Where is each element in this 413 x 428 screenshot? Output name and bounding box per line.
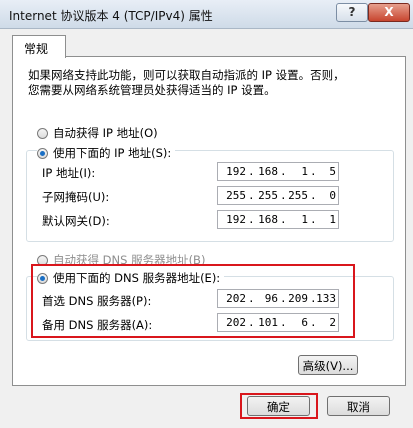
radio-auto-ip[interactable]: 自动获得 IP 地址(O) [37, 125, 158, 141]
help-button[interactable]: ? [336, 3, 368, 22]
ok-highlight-box [240, 393, 318, 419]
window-title: Internet 协议版本 4 (TCP/IPv4) 属性 [9, 9, 213, 23]
tab-general[interactable]: 常规 [12, 35, 66, 58]
dns-highlight-box [31, 264, 355, 338]
description-line-2: 您需要从网络系统管理员处获得适当的 IP 设置。 [28, 83, 276, 97]
radio-circle-selected [37, 147, 48, 159]
subnet-mask-label: 子网掩码(U): [42, 190, 110, 204]
ip-address-label: IP 地址(I): [42, 166, 96, 180]
close-button[interactable]: X [368, 3, 410, 22]
dialog-window: Internet 协议版本 4 (TCP/IPv4) 属性 ? X 常规 如果网… [0, 0, 413, 428]
tab-label: 常规 [24, 42, 49, 56]
cancel-button[interactable]: 取消 [327, 396, 390, 416]
advanced-button[interactable]: 高级(V)... [298, 355, 358, 375]
description-text: 如果网络支持此功能，则可以获取自动指派的 IP 设置。否则， 您需要从网络系统管… [28, 68, 378, 98]
radio-manual-ip-label: 使用下面的 IP 地址(S): [53, 146, 172, 160]
radio-manual-ip[interactable]: 使用下面的 IP 地址(S): [37, 145, 176, 161]
radio-circle [37, 127, 48, 139]
ip-address-input[interactable]: 192 . 168 . 1 . 5 [217, 162, 339, 181]
default-gateway-label: 默认网关(D): [42, 214, 110, 228]
subnet-mask-input[interactable]: 255 . 255 . 255 . 0 [217, 186, 339, 205]
title-bar[interactable]: Internet 协议版本 4 (TCP/IPv4) 属性 ? X [0, 0, 413, 29]
description-line-1: 如果网络支持此功能，则可以获取自动指派的 IP 设置。否则， [28, 68, 345, 82]
radio-auto-ip-label: 自动获得 IP 地址(O) [53, 126, 158, 140]
default-gateway-input[interactable]: 192 . 168 . 1 . 1 [217, 210, 339, 229]
